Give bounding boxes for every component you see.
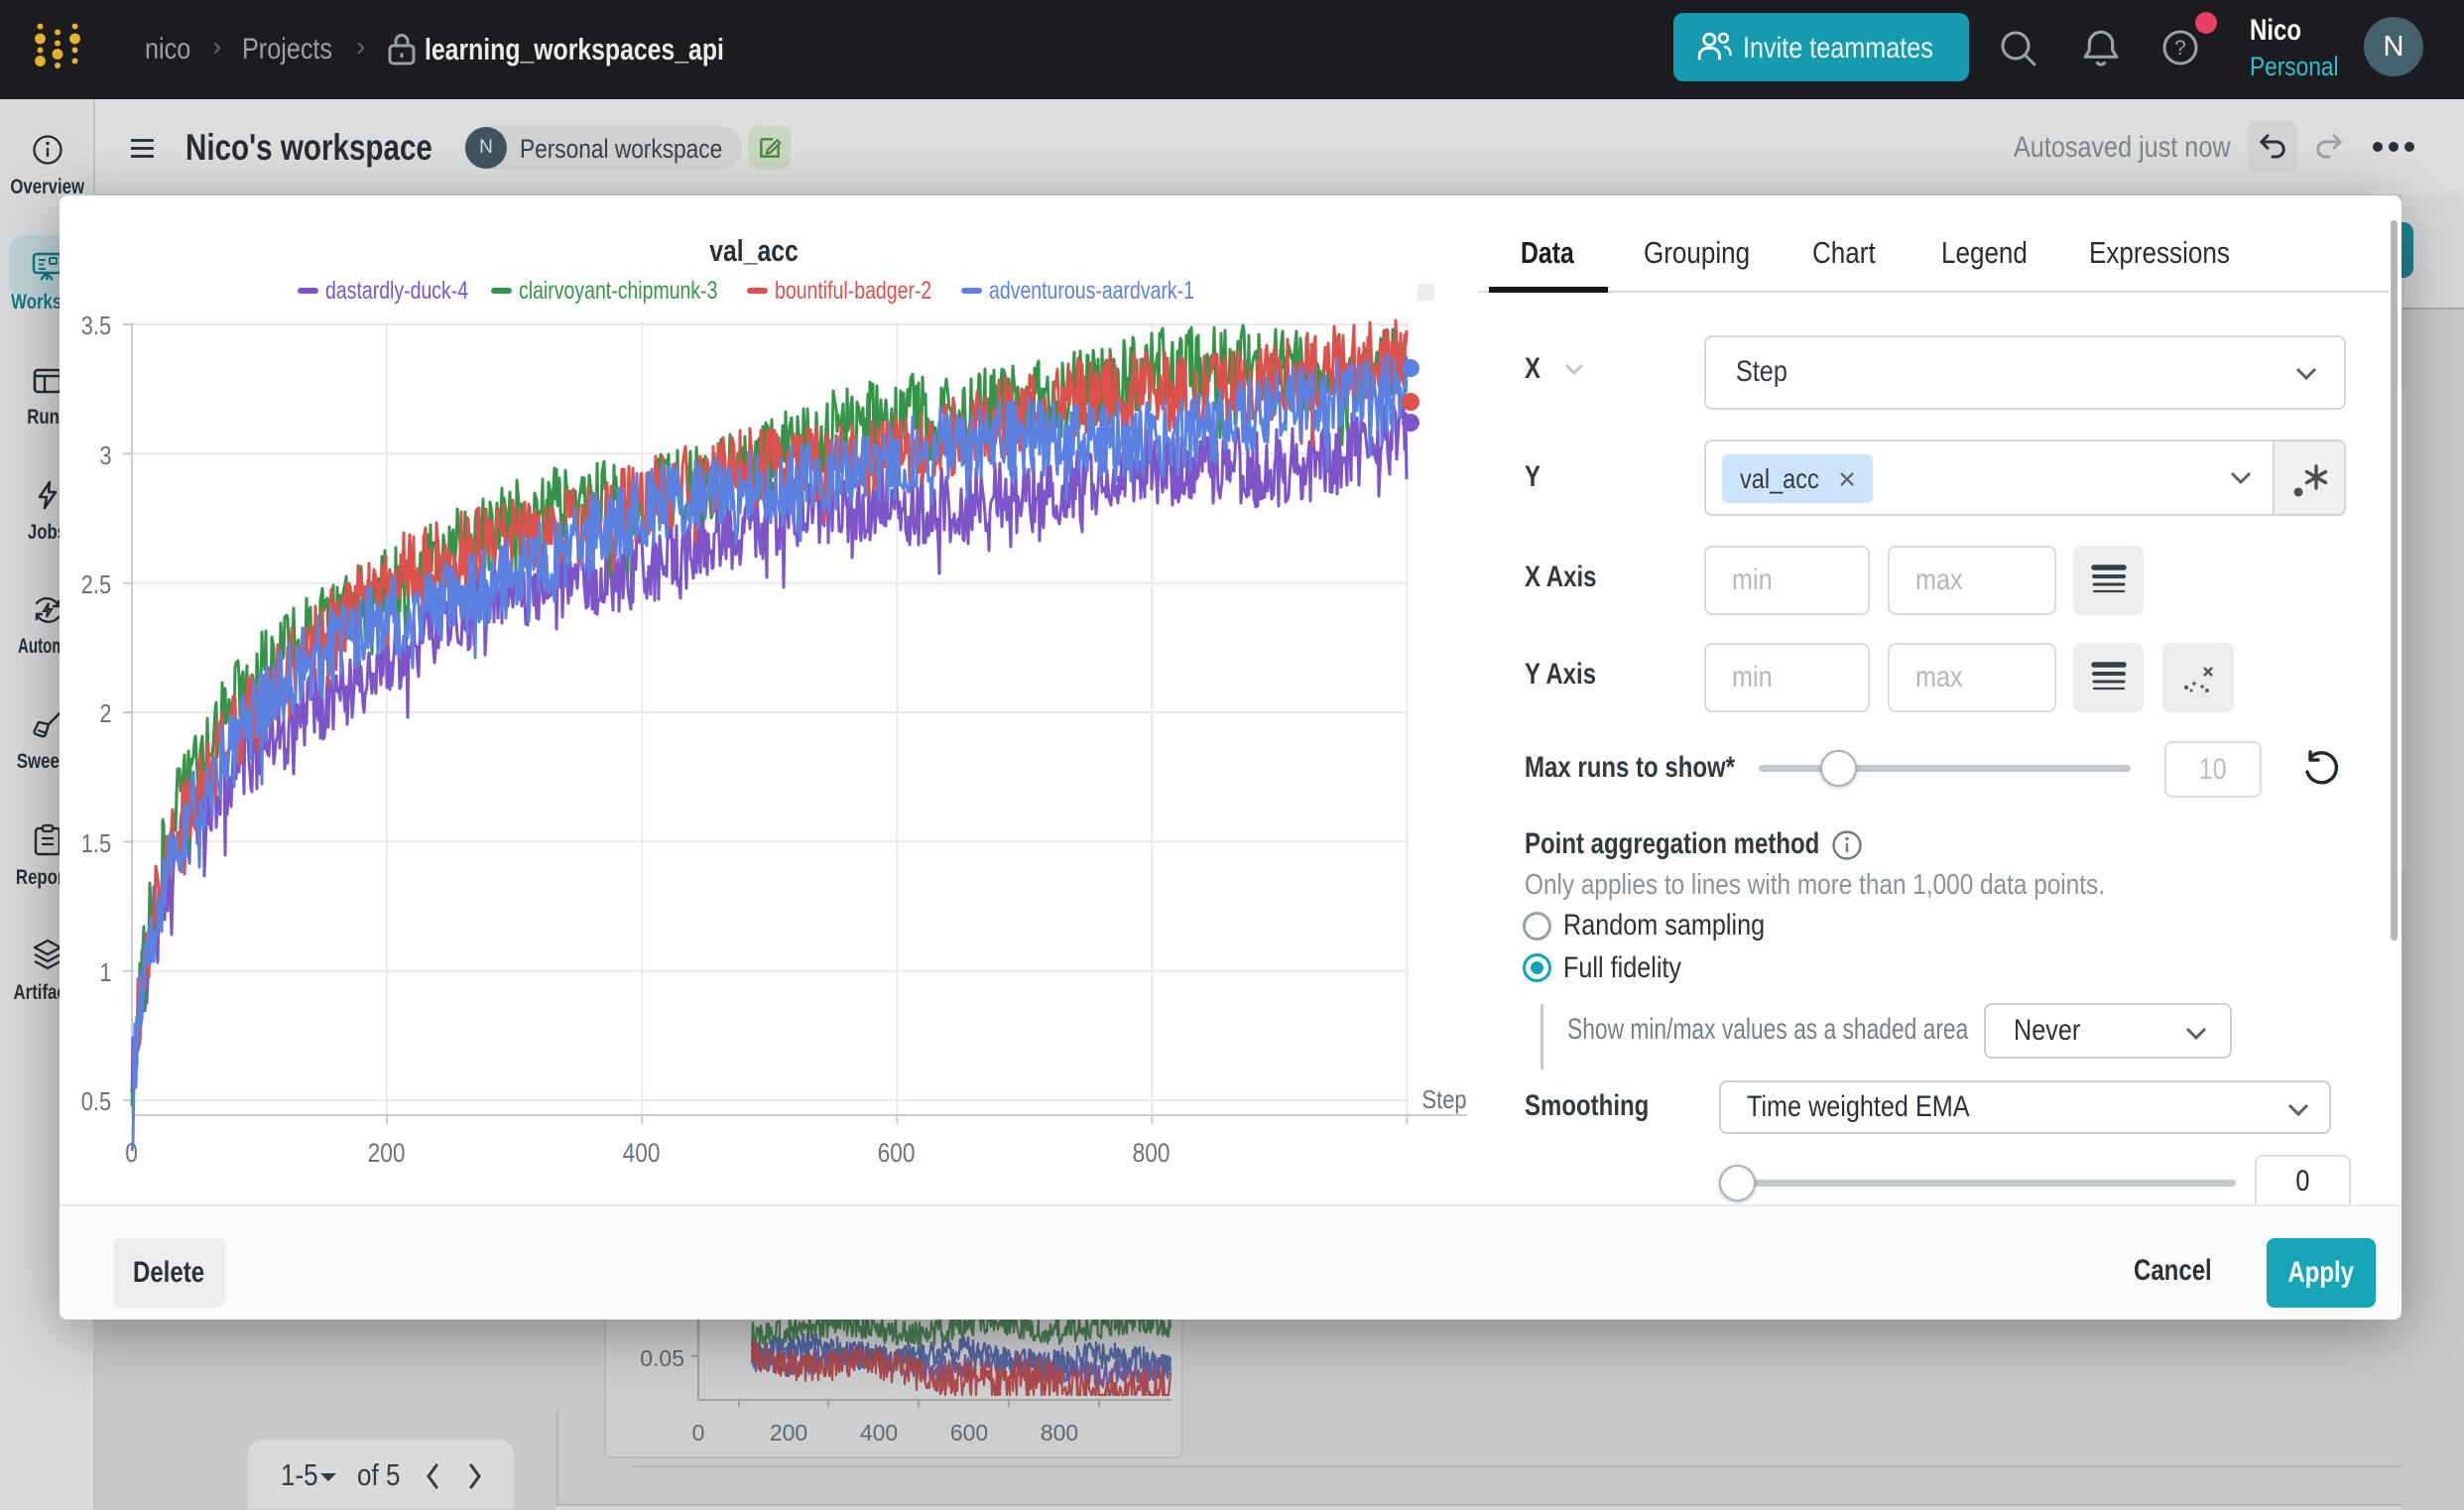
svg-text:?: ? [2174,37,2186,60]
